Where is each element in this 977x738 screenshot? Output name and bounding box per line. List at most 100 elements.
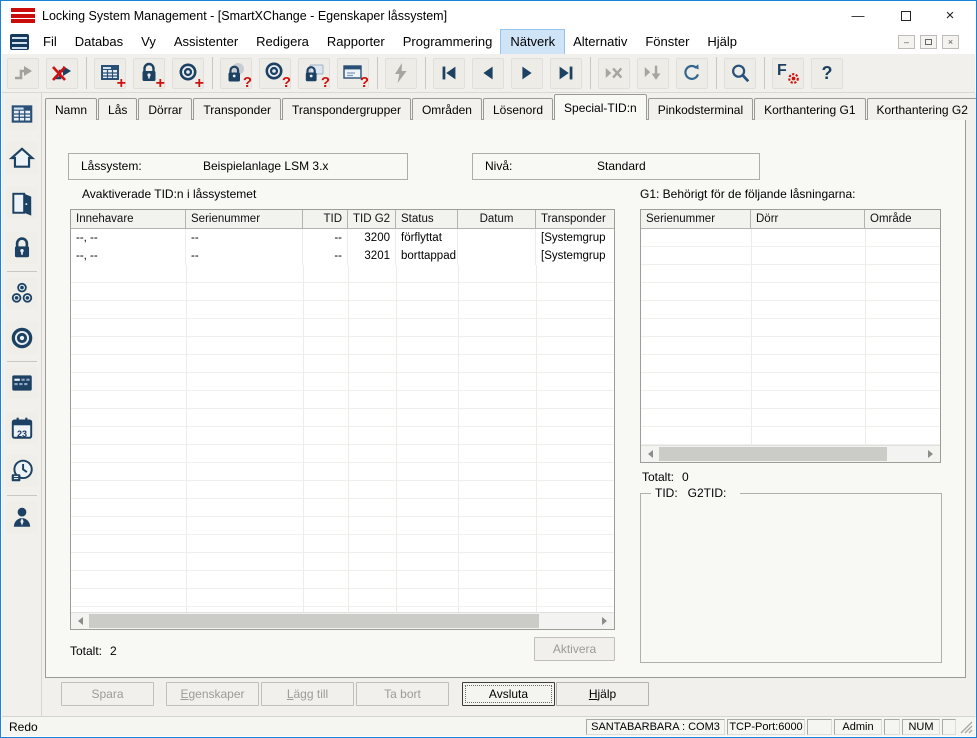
sidebar-transponder-group-button[interactable] [6, 277, 38, 309]
first-record-button[interactable] [433, 57, 465, 89]
properties-button[interactable]: Egenskaper [166, 682, 259, 706]
cancel-record-button[interactable] [598, 57, 630, 89]
label-rest: jälp [597, 687, 617, 701]
right-table-hscrollbar[interactable] [641, 445, 940, 462]
sidebar-schedule-button[interactable] [6, 367, 38, 399]
activate-button[interactable]: Aktivera [534, 637, 615, 661]
tab-omraden[interactable]: Områden [411, 98, 482, 120]
menu-programmering[interactable]: Programmering [394, 30, 502, 54]
tab-korthantering-g1[interactable]: Korthantering G1 [754, 98, 866, 120]
new-transponder-button[interactable]: + [172, 57, 204, 91]
calendar-day-text: 23 [16, 429, 27, 439]
cell: -- [303, 229, 348, 247]
scroll-left-icon[interactable] [71, 613, 88, 629]
table-row[interactable]: --, -- -- -- 3201 borttappad [Systemgrup [71, 247, 614, 265]
jump-button[interactable] [7, 57, 39, 89]
label-rest: Avsluta [488, 687, 529, 701]
right-total: Totalt: 0 [642, 470, 689, 484]
tab-special-tid[interactable]: Special-TID:n [554, 94, 647, 120]
door-icon [12, 192, 32, 216]
sidebar-user-button[interactable] [6, 501, 38, 533]
left-table-hscrollbar[interactable] [71, 612, 614, 629]
save-button[interactable]: Spara [61, 682, 154, 706]
tab-transpondergrupper[interactable]: Transpondergrupper [281, 98, 411, 120]
help-footer-button[interactable]: Hjälp [556, 682, 649, 706]
next-record-icon [522, 66, 532, 80]
remove-button[interactable]: Ta bort [356, 682, 449, 706]
help-button[interactable]: ? [811, 57, 843, 89]
sidebar-calendar-button[interactable]: 23 [6, 412, 38, 444]
scroll-thumb[interactable] [89, 614, 539, 628]
sidebar-home-button[interactable] [6, 142, 38, 174]
menu-natverk[interactable]: Nätverk [500, 29, 566, 55]
read-lock-button[interactable]: ? [220, 57, 252, 90]
tab-transponder[interactable]: Transponder [193, 98, 281, 120]
maximize-button[interactable] [889, 2, 923, 30]
authorized-locks-table[interactable]: Serienummer Dörr Område [640, 209, 941, 463]
col-tid[interactable]: TID [303, 210, 348, 228]
menu-databas[interactable]: Databas [66, 30, 132, 54]
col-tid-g2[interactable]: TID G2 [348, 210, 396, 228]
col-innehavare[interactable]: Innehavare [71, 210, 186, 228]
menu-hjalp[interactable]: Hjälp [698, 30, 746, 54]
tab-dorrar[interactable]: Dörrar [138, 98, 193, 120]
menu-assistenter[interactable]: Assistenter [165, 30, 247, 54]
minimize-button[interactable]: — [841, 2, 875, 30]
read-window-button[interactable]: ? [337, 57, 369, 90]
col-status[interactable]: Status [396, 210, 458, 228]
last-record-button[interactable] [550, 57, 582, 89]
menu-rapporter[interactable]: Rapporter [318, 30, 394, 54]
menu-redigera[interactable]: Redigera [247, 30, 318, 54]
exit-button[interactable]: Avsluta [462, 682, 555, 706]
read-g1-lock-button[interactable]: ? [298, 57, 330, 90]
mdi-restore-button[interactable] [920, 35, 937, 49]
overlay: ? [281, 73, 291, 91]
tab-pinkodsterminal[interactable]: Pinkodsterminal [647, 98, 754, 120]
mdi-child-icon[interactable] [10, 34, 29, 50]
mdi-minimize-button[interactable]: – [898, 35, 915, 49]
prev-record-button[interactable] [472, 57, 504, 89]
table-row[interactable]: --, -- -- -- 3200 förflyttat [Systemgrup [71, 229, 614, 247]
menu-fil[interactable]: Fil [34, 30, 66, 54]
goto-record-button[interactable] [637, 57, 669, 89]
scroll-left-icon[interactable] [641, 446, 658, 462]
col-serienummer[interactable]: Serienummer [186, 210, 303, 228]
tab-losenord[interactable]: Lösenord [482, 98, 554, 120]
tab-namn[interactable]: Namn [45, 98, 98, 120]
add-button[interactable]: Lägg till [261, 682, 354, 706]
sidebar-matrix-button[interactable] [6, 98, 38, 130]
col-datum[interactable]: Datum [458, 210, 536, 228]
menu-vy[interactable]: Vy [132, 30, 165, 54]
sidebar-time-zone-button[interactable] [6, 455, 38, 487]
deactivated-tids-table[interactable]: Innehavare Serienummer TID TID G2 Status… [70, 209, 615, 630]
resize-grip-icon[interactable] [960, 721, 973, 734]
program-button[interactable] [385, 57, 417, 89]
status-empty-segment [942, 719, 956, 735]
menu-alternativ[interactable]: Alternativ [564, 30, 636, 54]
scroll-right-icon[interactable] [923, 446, 940, 462]
tab-korthantering-g2[interactable]: Korthantering G2 [866, 98, 976, 120]
scroll-thumb[interactable] [659, 447, 887, 461]
col-serienummer[interactable]: Serienummer [641, 210, 751, 228]
sidebar-door-button[interactable] [6, 187, 38, 219]
scroll-right-icon[interactable] [597, 613, 614, 629]
filter-settings-button[interactable]: F [772, 57, 804, 89]
title-bar: Locking System Management - [SmartXChang… [2, 2, 975, 30]
jump-cancel-button[interactable] [46, 57, 78, 89]
search-button[interactable] [724, 57, 756, 89]
menu-fonster[interactable]: Fönster [636, 30, 698, 54]
tab-las[interactable]: Lås [98, 98, 138, 120]
col-transponder[interactable]: Transponder [536, 210, 614, 228]
new-locking-system-button[interactable]: + [94, 57, 126, 91]
read-transponder-button[interactable]: ? [259, 57, 291, 91]
g2tid-label: G2TID: [687, 486, 727, 500]
sidebar-transponder-button[interactable] [6, 322, 38, 354]
close-button[interactable]: × [933, 2, 967, 30]
refresh-button[interactable] [676, 57, 708, 89]
new-lock-button[interactable]: + [133, 57, 165, 91]
sidebar-lock-button[interactable] [6, 232, 38, 264]
col-omrade[interactable]: Område [865, 210, 940, 228]
next-record-button[interactable] [511, 57, 543, 89]
mdi-close-button[interactable]: × [942, 35, 959, 49]
col-dorr[interactable]: Dörr [751, 210, 865, 228]
